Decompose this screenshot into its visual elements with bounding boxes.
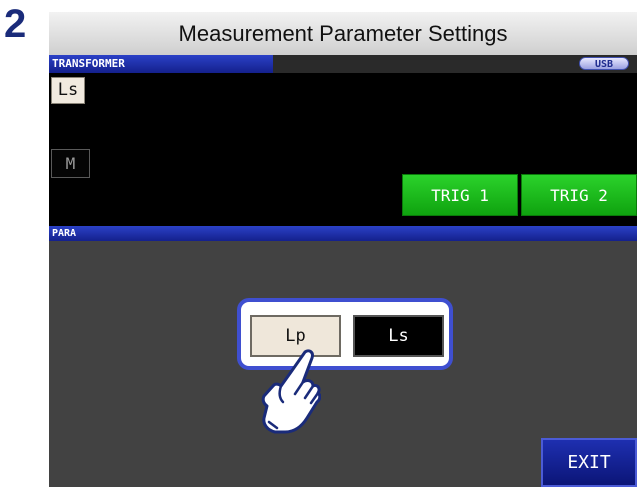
para-section-title: PARA xyxy=(49,226,637,241)
exit-button[interactable]: EXIT xyxy=(541,438,637,487)
page-header: Measurement Parameter Settings xyxy=(49,12,637,55)
page-title: Measurement Parameter Settings xyxy=(178,20,508,46)
screen-title: TRANSFORMER xyxy=(49,55,273,73)
pointing-hand-icon xyxy=(261,349,321,434)
secondary-param-label: M xyxy=(51,149,90,178)
step-number: 2 xyxy=(4,2,27,46)
primary-param-label: Ls xyxy=(51,77,85,104)
title-bar: TRANSFORMER USB xyxy=(49,55,637,73)
trig-2-button[interactable]: TRIG 2 xyxy=(521,174,637,216)
trig-1-button[interactable]: TRIG 1 xyxy=(402,174,518,216)
ls-option-button[interactable]: Ls xyxy=(353,315,444,357)
device-screen: TRANSFORMER USB Ls M TRIG 1 TRIG 2 PARA … xyxy=(49,55,637,487)
usb-badge: USB xyxy=(579,57,629,70)
